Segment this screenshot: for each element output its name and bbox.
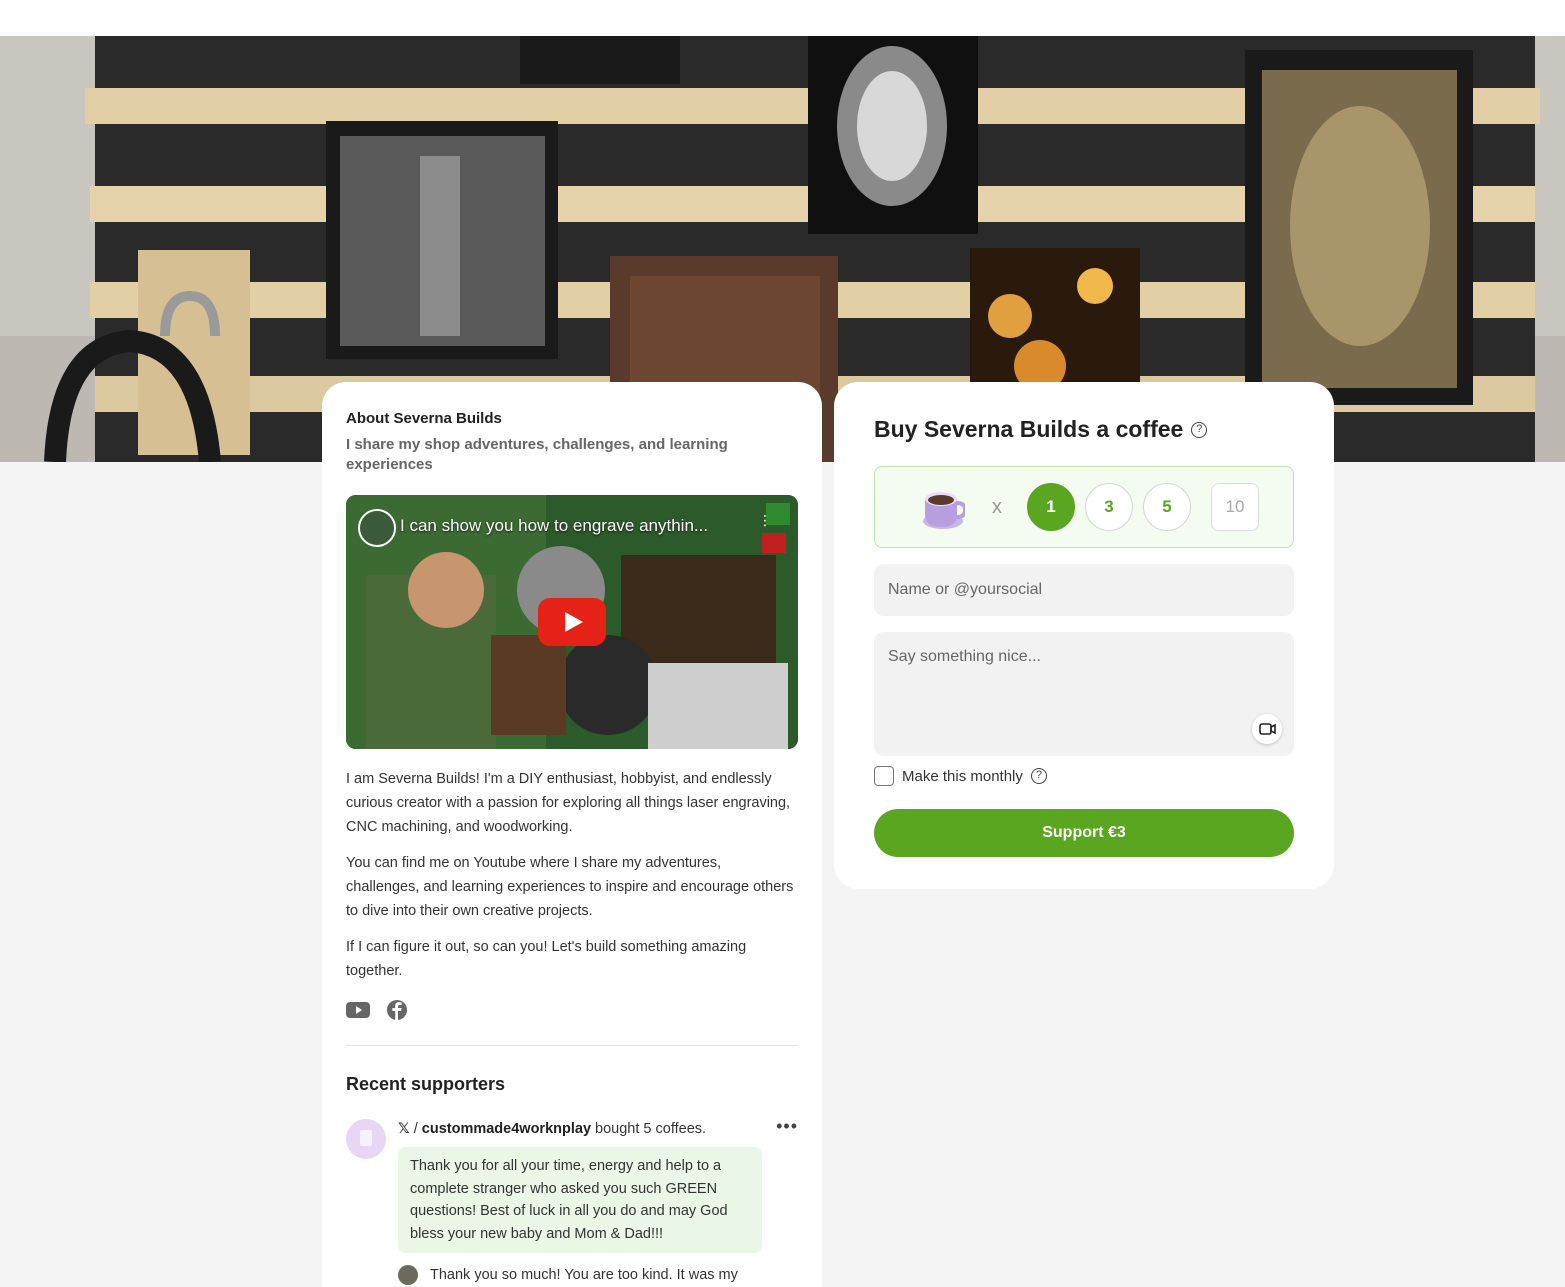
reply-text: Thank you so much! You are too kind. It … (430, 1267, 738, 1283)
help-icon[interactable]: ? (1030, 768, 1047, 784)
supporter-avatar (346, 1119, 386, 1159)
video-title[interactable]: I can show you how to engrave anythin... (400, 516, 708, 536)
bio: I am Severna Builds! I'm a DIY enthusias… (346, 767, 798, 983)
creator-reply: Thank you so much! You are too kind. It … (398, 1265, 738, 1285)
coffee-cup-icon (923, 492, 965, 529)
x-icon: 𝕏 (398, 1121, 410, 1137)
channel-avatar[interactable] (358, 509, 396, 547)
buy-title: Buy Severna Builds a coffee ? (874, 416, 1208, 443)
quantity-option-3[interactable]: 3 (1085, 483, 1133, 531)
social-links (346, 999, 798, 1021)
support-button[interactable]: Support €3 (874, 809, 1294, 857)
quantity-option-5[interactable]: 5 (1143, 483, 1191, 531)
custom-quantity-input[interactable]: 10 (1211, 483, 1259, 531)
bio-paragraph: You can find me on Youtube where I share… (346, 855, 794, 919)
divider (346, 1045, 798, 1046)
supporter-message: Thank you for all your time, energy and … (398, 1147, 762, 1253)
video-embed[interactable]: I can show you how to engrave anythin...… (346, 495, 798, 749)
about-title: About Severna Builds (346, 410, 502, 427)
monthly-label: Make this monthly (902, 767, 1023, 785)
name-input[interactable]: Name or @yoursocial (874, 564, 1294, 616)
buy-title-text: Buy Severna Builds a coffee (874, 416, 1184, 442)
play-icon[interactable] (538, 598, 606, 646)
creator-avatar (398, 1265, 418, 1285)
more-icon[interactable]: ⋮ (758, 513, 772, 539)
about-tagline: I share my shop adventures, challenges, … (346, 436, 728, 473)
monthly-toggle[interactable]: Make this monthly ? (874, 766, 1047, 786)
message-placeholder: Say something nice... (888, 648, 1041, 665)
facebook-icon[interactable] (386, 999, 410, 1021)
message-input[interactable]: Say something nice... (874, 632, 1294, 756)
monthly-checkbox[interactable] (874, 766, 894, 786)
video-camera-icon[interactable] (1252, 714, 1282, 744)
top-bar (0, 0, 1565, 36)
times-sign: x (992, 496, 1002, 518)
supporter-item: 𝕏 / custommade4worknplay bought 5 coffee… (346, 1117, 798, 1287)
recent-supporters-title: Recent supporters (346, 1074, 506, 1094)
supporter-handle[interactable]: custommade4worknplay (422, 1121, 591, 1137)
supporter-line: 𝕏 / custommade4worknplay bought 5 coffee… (398, 1121, 707, 1137)
supporter-action: bought 5 coffees. (595, 1121, 707, 1137)
bio-paragraph: If I can figure it out, so can you! Let'… (346, 939, 747, 979)
quantity-option-1[interactable]: 1 (1027, 483, 1075, 531)
youtube-icon[interactable] (346, 999, 370, 1021)
about-card: About Severna Builds I share my shop adv… (322, 382, 822, 1287)
quantity-selector: x 1 3 5 10 (874, 466, 1294, 548)
bio-paragraph: I am Severna Builds! I'm a DIY enthusias… (346, 771, 791, 835)
more-options-icon[interactable]: ••• (776, 1117, 798, 1135)
buy-coffee-card: Buy Severna Builds a coffee ? x 1 3 5 10… (834, 382, 1334, 889)
help-icon[interactable]: ? (1191, 421, 1208, 438)
